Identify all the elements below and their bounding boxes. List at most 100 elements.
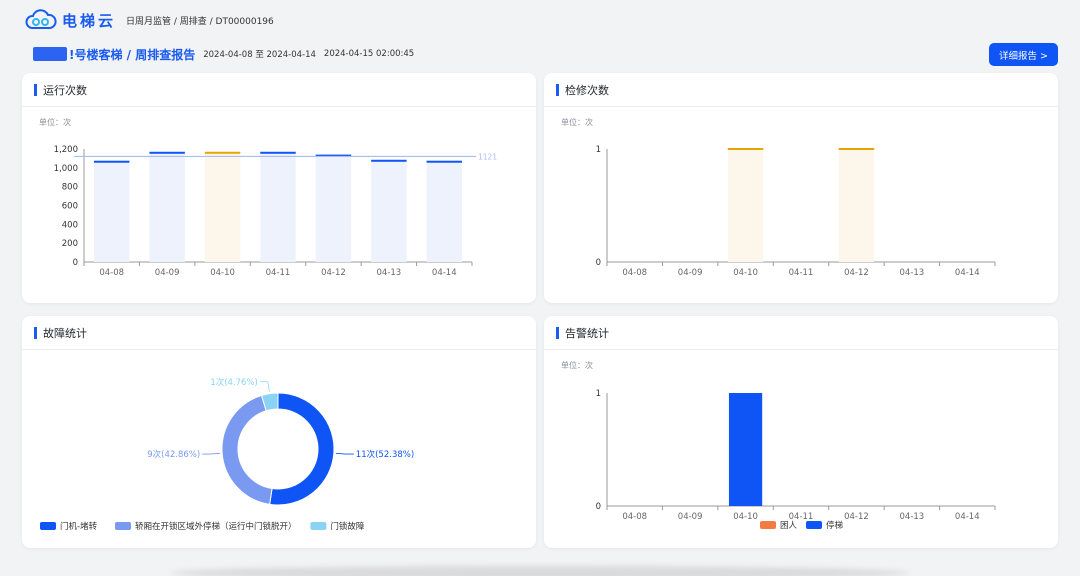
bar-background [315,155,352,262]
x-tick-label: 04-08 [622,512,647,522]
bar-value-cap [727,148,764,150]
maintenance-count-chart: 单位：次 0 1 04-08 04-09 04-10 04-11 04-12 04-13 04-1… [561,117,996,278]
title-accent-bar [34,326,37,339]
x-tick-label: 04-08 [99,268,124,278]
run-count-chart: 单位：次 0 200 400 600 800 1,000 1,200 04-08 04-09 04-… [39,117,497,278]
card-header: 告警统计 [544,316,1058,350]
slice-label: 1次(4.76%) [210,377,258,388]
title-accent-bar [556,326,559,339]
bar-background [838,149,875,262]
fault-stats-card: 故障统计 11次(52.38%) 9次(42.86%) 1次(4.76%) 门机-堵转… [22,316,536,548]
app-name: 电梯云 [62,11,117,30]
bar-background [426,161,463,262]
x-tick-label: 04-11 [789,268,814,278]
unit-label: 单位：次 [561,117,593,127]
bar-background [727,149,764,262]
unit-label: 单位：次 [39,117,71,127]
slice-label-line [335,452,354,455]
y-tick-label: 1 [596,145,601,155]
average-label: 1121 [478,152,497,161]
card-title: 检修次数 [565,83,609,97]
y-tick-label: 0 [596,502,601,512]
alarm-count-chart: 单位：次0104-08 04-09 04-10 04-11 04-12 04-13 04-1… [561,360,996,531]
y-tick-label: 800 [62,183,78,193]
redacted-block [33,47,67,61]
legend-label: 停梯 [826,520,844,531]
run-count-card: 运行次数 单位：次 0 200 400 600 800 1,000 1,200 04-08 04-… [22,73,536,303]
x-tick-label: 04-12 [844,268,869,278]
breadcrumb: 日周月监管 / 周排查 / DT00000196 [126,16,274,27]
x-tick-label: 04-13 [900,268,925,278]
top-bar: 电梯云 日周月监管 / 周排查 / DT00000196 [0,0,1080,40]
y-tick-label: 1,200 [54,145,78,155]
title-accent-bar [34,83,37,96]
legend-label: 困人 [780,521,798,531]
x-tick-label: 04-14 [955,512,980,522]
report-title: !号楼客梯 / 周排查报告 [69,47,196,62]
card-title: 故障统计 [43,326,87,340]
y-tick-label: 400 [62,220,78,230]
donut-slice [221,394,273,505]
date-range: 2024-04-08 至 2024-04-14 [203,50,316,60]
bar-value-cap [838,148,875,150]
maintenance-count-card: 检修次数 单位：次 0 1 04-08 04-09 04-10 04-11 04-12 04-1… [544,73,1058,303]
x-tick-label: 04-09 [155,268,180,278]
alarm-stats-card: 告警统计 单位：次 0 1 04-08 04-09 04-10 04-11 04-12 04-1… [544,316,1058,548]
bar-value-cap [204,151,241,154]
y-tick-label: 1 [596,389,601,399]
x-tick-label: 04-13 [900,512,925,522]
legend-label: 轿厢在开锁区域外停梯（运行中门锁脱开） [135,521,297,532]
bar-background [371,160,407,262]
bar-background [149,152,185,262]
cloud-logo-icon [25,9,57,29]
x-tick-label: 04-14 [955,268,980,278]
bar-background [93,161,130,262]
legend-label: 门机-堵转 [60,521,98,532]
x-tick-label: 04-09 [678,512,703,522]
fault-donut-chart: 11次(52.38%) 9次(42.86%) 1次(4.76%) 门机-堵转 轿厢在开锁… [40,377,414,532]
bottom-shadow [170,566,910,576]
detail-report-button[interactable]: 详细报告 > [989,43,1058,66]
bar-value-cap [260,151,296,154]
title-accent-bar [556,83,559,96]
legend-swatch [760,521,776,529]
card-header: 运行次数 [22,73,536,107]
bar-value-cap [371,159,407,162]
y-tick-label: 0 [73,258,78,268]
x-tick-label: 04-09 [678,268,703,278]
bar-value-cap [426,160,463,163]
slice-label: 9次(42.86%) [147,449,200,460]
y-tick-label: 0 [596,258,601,268]
x-tick-label: 04-14 [432,268,457,278]
unit-label: 单位：次 [561,360,593,370]
donut-slice [269,392,335,506]
legend-swatch [806,521,822,529]
x-tick-label: 04-13 [377,268,402,278]
card-title: 运行次数 [43,83,87,97]
legend-swatch [40,522,56,530]
legend-swatch [115,522,131,530]
bar-停梯 [728,393,763,506]
bar-background [260,152,296,262]
x-tick-label: 04-10 [733,268,758,278]
report-header: !号楼客梯 / 周排查报告 2024-04-08 至 2024-04-14 20… [33,44,414,64]
x-tick-label: 04-12 [844,512,869,522]
x-tick-label: 04-11 [266,268,291,278]
y-tick-label: 1,000 [54,164,78,174]
x-tick-label: 04-12 [321,268,346,278]
legend-label: 门锁故障 [330,521,365,532]
card-title: 告警统计 [565,326,609,340]
card-header: 检修次数 [544,73,1058,107]
slice-label-line [259,381,270,392]
legend-swatch [310,522,327,530]
x-tick-label: 04-10 [733,512,758,522]
generated-time: 2024-04-15 02:00:45 [323,49,415,59]
slice-label: 11次(52.38%) [356,449,414,460]
bar-value-cap [93,160,130,163]
y-tick-label: 600 [62,202,78,212]
x-tick-label: 04-10 [210,268,235,278]
bar-background [204,152,241,262]
bar-value-cap [149,151,185,154]
app-logo[interactable]: 电梯云 [24,9,116,31]
card-header: 故障统计 [22,316,536,350]
